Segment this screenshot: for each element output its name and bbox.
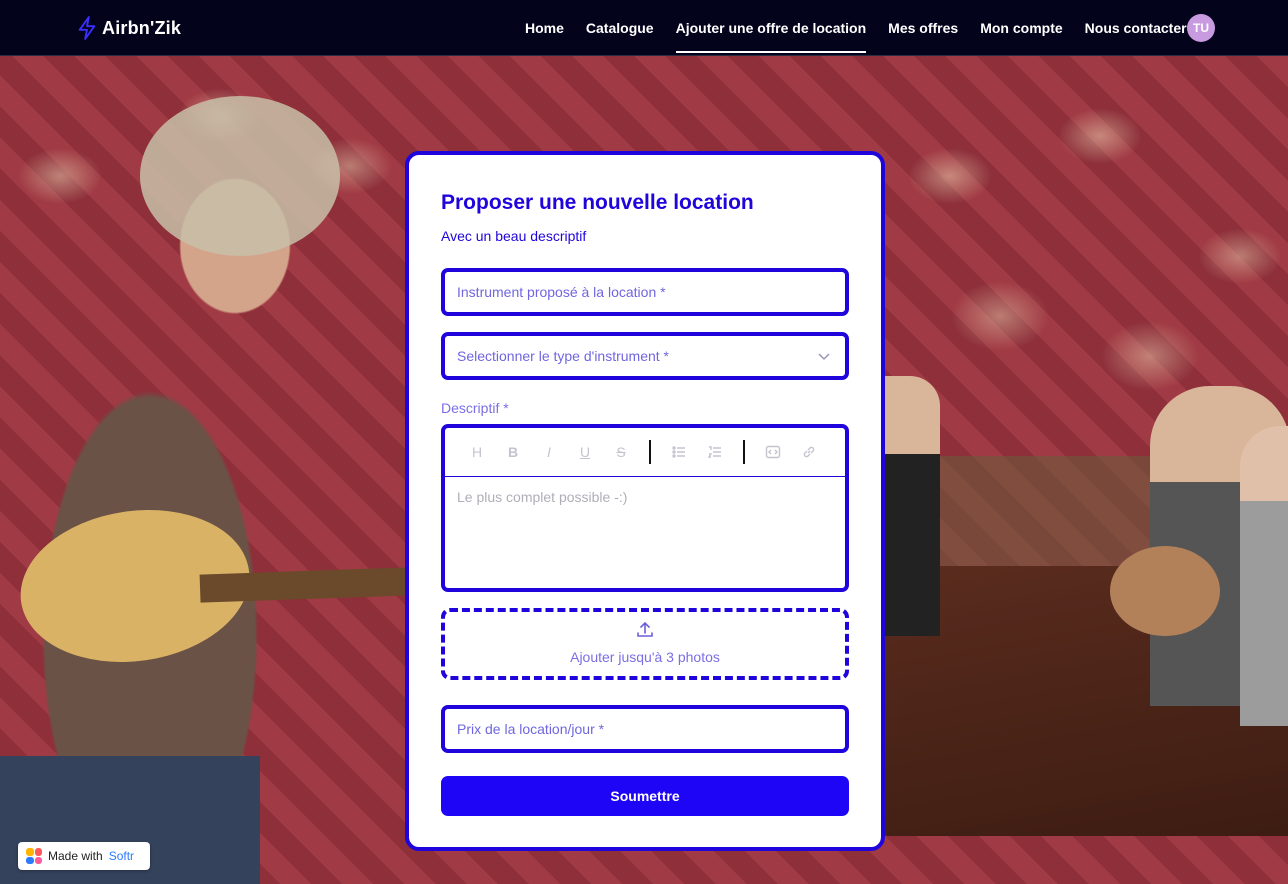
nav-contact[interactable]: Nous contacter	[1085, 0, 1187, 56]
bullet-list-icon[interactable]	[661, 442, 697, 462]
description-textarea[interactable]: Le plus complet possible -:)	[445, 477, 845, 517]
badge-text: Made with	[48, 849, 103, 863]
instrument-type-select[interactable]: Selectionner le type d'instrument *	[441, 332, 849, 380]
form-subtitle: Avec un beau descriptif	[441, 228, 587, 244]
form-title: Proposer une nouvelle location	[441, 191, 754, 214]
toolbar-divider	[649, 440, 651, 464]
upload-label: Ajouter jusqu'à 3 photos	[570, 649, 720, 665]
description-label: Descriptif *	[441, 400, 509, 416]
brand-logo[interactable]: Airbn'Zik	[76, 15, 181, 41]
heading-icon[interactable]: H	[459, 442, 495, 462]
new-rental-form: Proposer une nouvelle location Avec un b…	[405, 151, 885, 851]
softr-logo-icon	[26, 848, 42, 864]
user-avatar[interactable]: TU	[1187, 14, 1215, 42]
submit-button[interactable]: Soumettre	[441, 776, 849, 816]
brand-name: Airbn'Zik	[102, 17, 182, 38]
main-nav: Home Catalogue Ajouter une offre de loca…	[525, 0, 1209, 56]
code-icon[interactable]	[755, 442, 791, 462]
top-navbar: Airbn'Zik Home Catalogue Ajouter une off…	[0, 0, 1288, 56]
strikethrough-icon[interactable]: S	[603, 442, 639, 462]
nav-my-account[interactable]: Mon compte	[980, 0, 1062, 56]
instrument-type-placeholder: Selectionner le type d'instrument *	[457, 348, 670, 364]
photo-upload-dropzone[interactable]: Ajouter jusqu'à 3 photos	[441, 608, 849, 680]
price-placeholder: Prix de la location/jour *	[457, 721, 605, 737]
underline-icon[interactable]: U	[567, 442, 603, 462]
chevron-down-icon	[818, 353, 830, 361]
editor-toolbar: H B I U S	[445, 428, 845, 477]
made-with-softr-badge[interactable]: Made with Softr	[18, 842, 150, 870]
numbered-list-icon[interactable]	[697, 442, 733, 462]
lightning-icon	[78, 16, 96, 40]
badge-brand: Softr	[108, 849, 135, 863]
upload-icon	[637, 621, 653, 637]
nav-my-offers[interactable]: Mes offres	[888, 0, 958, 56]
nav-home[interactable]: Home	[525, 0, 564, 56]
link-icon[interactable]	[791, 442, 827, 462]
instrument-input[interactable]: Instrument proposé à la location *	[441, 268, 849, 316]
description-editor: H B I U S Le plus complet possible -:)	[441, 424, 849, 592]
instrument-placeholder: Instrument proposé à la location *	[457, 284, 666, 300]
nav-add-offer[interactable]: Ajouter une offre de location	[675, 0, 866, 56]
bold-icon[interactable]: B	[495, 442, 531, 462]
nav-catalogue[interactable]: Catalogue	[586, 0, 654, 56]
price-input[interactable]: Prix de la location/jour *	[441, 705, 849, 753]
toolbar-divider	[743, 440, 745, 464]
italic-icon[interactable]: I	[531, 442, 567, 462]
